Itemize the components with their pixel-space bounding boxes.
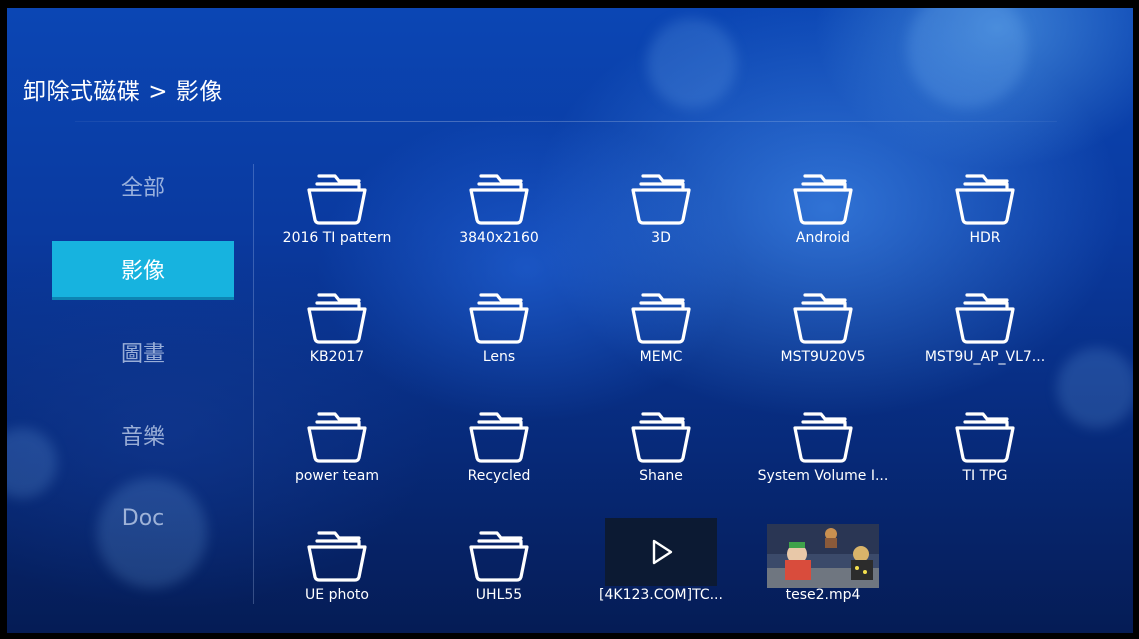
folder-tile[interactable]: HDR xyxy=(910,158,1060,273)
folder-tile[interactable]: Lens xyxy=(424,277,574,392)
file-name-label: 3840x2160 xyxy=(459,230,539,246)
background-bokeh xyxy=(647,18,737,108)
sidebar-item-pictures[interactable]: 圖畫 xyxy=(52,324,234,380)
video-file-tile[interactable]: [4K123.COM]TC... xyxy=(586,515,736,630)
folder-icon xyxy=(467,289,531,345)
file-name-label: TI TPG xyxy=(962,468,1008,484)
folder-icon xyxy=(629,289,693,345)
folder-icon xyxy=(305,408,369,464)
background-bokeh xyxy=(7,428,57,498)
sidebar-item-all[interactable]: 全部 xyxy=(52,158,234,214)
file-name-label: Android xyxy=(795,230,851,246)
image-file-tile[interactable]: tese2.mp4 xyxy=(748,515,898,630)
file-name-label: System Volume I... xyxy=(757,468,889,484)
file-name-label: MEMC xyxy=(639,349,683,365)
folder-tile[interactable]: 3840x2160 xyxy=(424,158,574,273)
media-browser-screen: 卸除式磁碟 > 影像 全部影像圖畫音樂 Doc 2016 TI pattern 38… xyxy=(7,8,1133,633)
sidebar-item-video[interactable]: 影像 xyxy=(52,241,234,300)
folder-icon xyxy=(791,289,855,345)
video-thumbnail xyxy=(605,518,717,586)
folder-icon xyxy=(305,289,369,345)
folder-icon xyxy=(305,170,369,226)
folder-icon xyxy=(953,408,1017,464)
category-sidebar: 全部影像圖畫音樂 Doc xyxy=(52,158,234,608)
sidebar-divider xyxy=(253,164,254,604)
folder-tile[interactable]: System Volume I... xyxy=(748,396,898,511)
folder-tile[interactable]: 3D xyxy=(586,158,736,273)
header-divider xyxy=(75,121,1057,122)
file-name-label: KB2017 xyxy=(309,349,365,365)
folder-icon xyxy=(791,170,855,226)
file-name-label: Lens xyxy=(482,349,516,365)
folder-tile[interactable]: MEMC xyxy=(586,277,736,392)
folder-tile[interactable]: Shane xyxy=(586,396,736,511)
folder-tile[interactable]: Recycled xyxy=(424,396,574,511)
file-name-label: UHL55 xyxy=(475,587,523,603)
file-name-label: Recycled xyxy=(467,468,531,484)
file-name-label: power team xyxy=(294,468,380,484)
folder-tile[interactable]: power team xyxy=(262,396,412,511)
file-grid: 2016 TI pattern 3840x2160 3D Android HDR KB20… xyxy=(262,158,1072,618)
file-name-label: MST9U20V5 xyxy=(780,349,866,365)
folder-icon xyxy=(953,170,1017,226)
folder-tile[interactable]: UE photo xyxy=(262,515,412,630)
folder-icon xyxy=(305,527,369,583)
file-name-label: Shane xyxy=(639,468,683,484)
folder-tile[interactable]: MST9U20V5 xyxy=(748,277,898,392)
sidebar-item-doc[interactable]: Doc xyxy=(52,490,234,546)
file-name-label: MST9U_AP_VL7... xyxy=(924,349,1046,365)
folder-icon xyxy=(467,408,531,464)
file-name-label: tese2.mp4 xyxy=(785,587,861,603)
folder-tile[interactable]: TI TPG xyxy=(910,396,1060,511)
breadcrumb: 卸除式磁碟 > 影像 xyxy=(23,79,223,105)
photo-thumbnail xyxy=(767,524,879,588)
file-name-label: UE photo xyxy=(305,587,369,603)
file-name-label: [4K123.COM]TC... xyxy=(599,587,723,603)
folder-icon xyxy=(629,170,693,226)
folder-icon xyxy=(467,170,531,226)
folder-icon xyxy=(467,527,531,583)
folder-tile[interactable]: UHL55 xyxy=(424,515,574,630)
background-bokeh xyxy=(907,8,1027,108)
folder-tile[interactable]: MST9U_AP_VL7... xyxy=(910,277,1060,392)
folder-tile[interactable]: Android xyxy=(748,158,898,273)
file-name-label: 2016 TI pattern xyxy=(282,230,392,246)
folder-tile[interactable]: 2016 TI pattern xyxy=(262,158,412,273)
folder-tile[interactable]: KB2017 xyxy=(262,277,412,392)
file-name-label: 3D xyxy=(651,230,671,246)
sidebar-item-music[interactable]: 音樂 xyxy=(52,407,234,463)
folder-icon xyxy=(791,408,855,464)
folder-icon xyxy=(953,289,1017,345)
folder-icon xyxy=(629,408,693,464)
play-icon xyxy=(646,537,676,567)
file-name-label: HDR xyxy=(969,230,1001,246)
